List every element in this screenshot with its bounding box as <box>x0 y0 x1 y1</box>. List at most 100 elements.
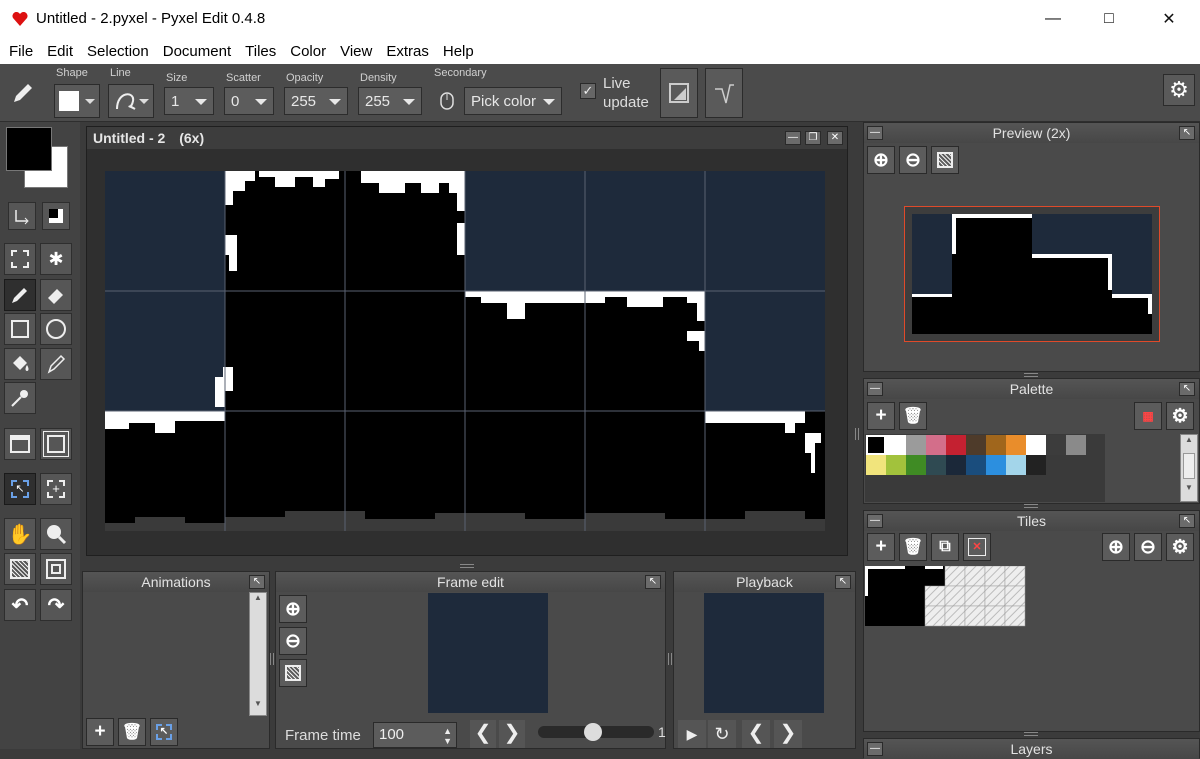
primary-color-swatch-front[interactable] <box>6 127 52 171</box>
tiles-collapse-icon[interactable]: — <box>867 514 883 528</box>
menu-color[interactable]: Color <box>283 43 333 60</box>
menu-edit[interactable]: Edit <box>40 43 80 60</box>
tiles-zoom-out-button[interactable]: ⊖ <box>1134 533 1162 561</box>
palette-swatch[interactable] <box>886 435 906 455</box>
reset-colors-button[interactable] <box>42 202 70 230</box>
palette-swatch[interactable] <box>926 455 946 475</box>
tiles-zoom-in-button[interactable]: ⊕ <box>1102 533 1130 561</box>
frame-time-input[interactable]: 100 ▲ ▼ <box>373 722 457 748</box>
preview-zoom-out-button[interactable]: ⊖ <box>899 146 927 174</box>
add-animation-button[interactable]: + <box>86 718 114 746</box>
preview-thumbnail[interactable] <box>904 206 1160 342</box>
eyedropper-tool[interactable] <box>4 382 36 414</box>
spinner-arrows-icon[interactable]: ▲ ▼ <box>443 723 452 746</box>
palette-swatch[interactable] <box>946 455 966 475</box>
palette-swatch[interactable] <box>966 435 986 455</box>
maximize-icon[interactable]: □ <box>1086 0 1132 38</box>
palette-scrollbar[interactable]: ▲ ▼ <box>1180 434 1198 502</box>
menu-selection[interactable]: Selection <box>80 43 156 60</box>
close-icon[interactable]: ✕ <box>1146 0 1192 38</box>
palette-settings-button[interactable]: ⚙ <box>1166 402 1194 430</box>
secondary-action-dropdown[interactable]: Pick color <box>464 87 562 115</box>
preview-zoom-in-button[interactable]: ⊕ <box>867 146 895 174</box>
opacity-dropdown[interactable]: 255 <box>284 87 348 115</box>
pixel-perfect-button[interactable] <box>705 68 743 118</box>
duplicate-tile-button[interactable]: ⧉ <box>931 533 959 561</box>
palette-splitter[interactable] <box>1024 504 1038 508</box>
select-tool[interactable] <box>4 243 36 275</box>
tiles-undock-icon[interactable]: ↖ <box>1179 514 1195 528</box>
animations-list[interactable] <box>83 592 249 716</box>
scroll-up-icon[interactable]: ▲ <box>1181 435 1197 449</box>
palette-swatch[interactable] <box>986 435 1006 455</box>
doc-minimize-icon[interactable]: — <box>785 131 801 145</box>
preview-undock-icon[interactable]: ↖ <box>1179 126 1195 140</box>
scroll-down-icon[interactable]: ▼ <box>1181 483 1197 497</box>
palette-swatch[interactable] <box>886 455 906 475</box>
toggle-grid-button[interactable] <box>4 553 36 585</box>
menu-file[interactable]: File <box>2 43 40 60</box>
rectangle-tool[interactable] <box>4 313 36 345</box>
size-dropdown[interactable]: 1 <box>164 87 214 115</box>
frame-grid-button[interactable] <box>279 659 307 687</box>
frame-edit-undock-icon[interactable]: ↖ <box>645 575 661 589</box>
palette-swatch[interactable] <box>1026 435 1046 455</box>
palette-swatch[interactable] <box>906 435 926 455</box>
menu-document[interactable]: Document <box>156 43 238 60</box>
animations-undock-icon[interactable]: ↖ <box>249 575 265 589</box>
add-tile-button[interactable]: + <box>867 533 895 561</box>
palette-swatch[interactable] <box>1046 435 1066 455</box>
move-selection-tool[interactable]: ↖ <box>4 473 36 505</box>
minimize-icon[interactable]: — <box>1030 0 1076 38</box>
live-update-checkbox[interactable]: ✓ <box>580 83 596 99</box>
swap-colors-button[interactable] <box>8 202 36 230</box>
tileset-grid[interactable] <box>865 566 1027 628</box>
magic-wand-tool[interactable]: ✱ <box>40 243 72 275</box>
density-dropdown[interactable]: 255 <box>358 87 422 115</box>
doc-restore-icon[interactable]: ❐ <box>805 131 821 145</box>
palette-swatch[interactable] <box>866 455 886 475</box>
preview-splitter[interactable] <box>1024 373 1038 377</box>
menu-help[interactable]: Help <box>436 43 481 60</box>
palette-undock-icon[interactable]: ↖ <box>1179 382 1195 396</box>
remove-unused-tiles-button[interactable]: ✕ <box>963 533 991 561</box>
preview-collapse-icon[interactable]: — <box>867 126 883 140</box>
animations-scrollbar[interactable]: ▲ ▼ <box>249 592 267 716</box>
ellipse-tool[interactable] <box>40 313 72 345</box>
eraser-tool[interactable] <box>40 279 72 311</box>
color-replace-tool[interactable] <box>40 348 72 380</box>
animations-splitter[interactable] <box>270 653 274 665</box>
shape-selector[interactable] <box>54 84 100 118</box>
layers-collapse-icon[interactable]: — <box>867 742 883 756</box>
undo-button[interactable]: ↶ <box>4 589 36 621</box>
play-button[interactable]: ▶ <box>678 720 706 748</box>
tiles-settings-button[interactable]: ⚙ <box>1166 533 1194 561</box>
scatter-dropdown[interactable]: 0 <box>224 87 274 115</box>
outline-button[interactable] <box>660 68 698 118</box>
pan-tool[interactable]: ✋ <box>4 518 36 550</box>
menu-tiles[interactable]: Tiles <box>238 43 283 60</box>
delete-tile-button[interactable]: 🗑 <box>899 533 927 561</box>
preview-grid-button[interactable] <box>931 146 959 174</box>
previous-frame-button[interactable]: ❮ <box>470 720 496 748</box>
redo-button[interactable]: ↷ <box>40 589 72 621</box>
palette-collapse-icon[interactable]: — <box>867 382 883 396</box>
frame-zoom-out-button[interactable]: ⊖ <box>279 627 307 655</box>
frame-zoom-in-button[interactable]: ⊕ <box>279 595 307 623</box>
palette-swatch[interactable] <box>866 435 886 455</box>
tile-select-tool[interactable] <box>40 428 72 460</box>
palette-swatch[interactable] <box>986 455 1006 475</box>
scroll-down-icon[interactable]: ▼ <box>250 699 266 713</box>
menu-view[interactable]: View <box>333 43 379 60</box>
pixel-canvas[interactable] <box>105 171 825 531</box>
toggle-frame-button[interactable] <box>40 553 72 585</box>
delete-color-button[interactable]: 🗑 <box>899 402 927 430</box>
zoom-tool[interactable] <box>40 518 72 550</box>
scroll-up-icon[interactable]: ▲ <box>250 593 266 607</box>
palette-swatch[interactable] <box>1026 455 1046 475</box>
palette-swatch[interactable] <box>1006 455 1026 475</box>
palette-swatch[interactable] <box>966 455 986 475</box>
tile-tool[interactable] <box>4 428 36 460</box>
add-color-button[interactable]: + <box>867 402 895 430</box>
tiles-splitter[interactable] <box>1024 732 1038 736</box>
